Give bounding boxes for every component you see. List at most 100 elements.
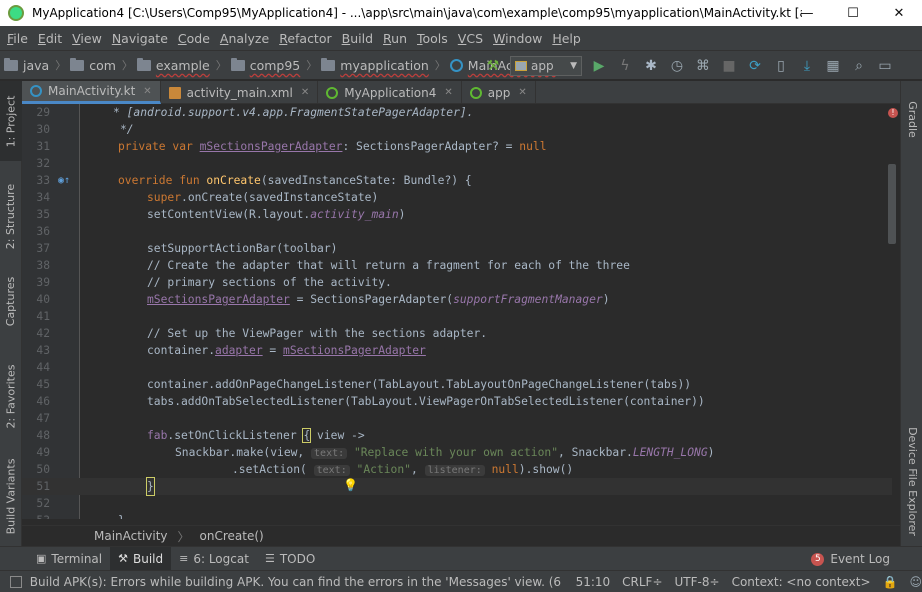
sdk-manager-icon[interactable]: ⤓ [796, 55, 818, 77]
error-indicator-icon[interactable]: ! [888, 108, 898, 118]
lightbulb-icon[interactable]: 💡 [343, 478, 358, 492]
folder-icon [70, 57, 85, 71]
menu-build[interactable]: Build [337, 31, 378, 46]
minimize-button[interactable]: — [784, 0, 830, 26]
code-line: 38 // Create the adapter that will return… [22, 257, 892, 274]
tool-tab-captures[interactable]: Captures [0, 271, 22, 331]
menu-vcs[interactable]: VCS [453, 31, 488, 46]
editor-tab-mainactivity[interactable]: MainActivity.kt ✕ [22, 81, 161, 104]
tool-tab-gradle[interactable]: Gradle [901, 89, 922, 149]
chevron-right-icon: 〉 [177, 529, 190, 544]
code-text: } [118, 512, 125, 519]
line-number: 52 [36, 497, 50, 510]
code-line: 53} [22, 512, 892, 519]
code-text: Snackbar.make(view, [175, 446, 312, 459]
editor-tab-activity-main[interactable]: activity_main.xml ✕ [161, 81, 319, 104]
layout-inspector-icon[interactable]: ▦ [822, 55, 844, 77]
tool-tab-favorites[interactable]: 2: Favorites [0, 356, 22, 436]
tool-tab-todo[interactable]: ☰ TODO [257, 547, 323, 571]
apply-changes-icon[interactable]: ϟ [614, 55, 636, 77]
code-line: 46 tabs.addOnTabSelectedListener(TabLayou… [22, 393, 892, 410]
menu-code[interactable]: Code [173, 31, 215, 46]
nav-crumb-comp95[interactable]: comp95 〉 [227, 50, 317, 80]
parameter-hint: text: [311, 448, 348, 459]
menu-view[interactable]: View [67, 31, 107, 46]
file-encoding[interactable]: UTF-8÷ [675, 575, 720, 589]
status-message[interactable]: Build APK(s): Errors while building APK.… [30, 575, 564, 589]
menu-run[interactable]: Run [378, 31, 412, 46]
search-everywhere-icon[interactable]: ⌕ [848, 55, 870, 77]
code-text: , [410, 463, 425, 476]
property-name: adapter [215, 344, 263, 357]
tool-tab-build[interactable]: ⚒ Build [110, 546, 172, 571]
tool-tab-structure[interactable]: 2: Structure [0, 171, 22, 261]
menu-help[interactable]: Help [547, 31, 586, 46]
tool-tab-device-file-explorer[interactable]: Device File Explorer [901, 421, 922, 541]
editor-tab-myapplication4[interactable]: MyApplication4 ✕ [318, 81, 462, 104]
code-editor[interactable]: 29 * [android.support.v4.app.FragmentStat… [22, 104, 900, 519]
tool-tab-logcat[interactable]: ≡ 6: Logcat [171, 547, 257, 571]
nav-crumb-com[interactable]: com 〉 [66, 50, 133, 80]
terminal-icon[interactable]: ▭ [874, 55, 896, 77]
status-bar: Build APK(s): Errors while building APK.… [0, 570, 922, 592]
chevron-right-icon: 〉 [215, 59, 227, 72]
menu-edit[interactable]: Edit [33, 31, 67, 46]
stop-icon[interactable]: ■ [718, 55, 740, 77]
comment: // Create the adapter that will return a… [147, 259, 630, 272]
inspector-icon[interactable]: ☺ [909, 575, 922, 589]
sync-icon[interactable]: ⟳ [744, 55, 766, 77]
tool-tab-terminal[interactable]: ▣ Terminal [28, 547, 110, 571]
menu-window[interactable]: Window [488, 31, 547, 46]
caret-position[interactable]: 51:10 [576, 575, 611, 589]
nav-crumb-example[interactable]: example 〉 [133, 50, 227, 80]
override-marker-icon[interactable]: ◉↑ [58, 172, 70, 189]
editor-tab-app[interactable]: app ✕ [462, 81, 536, 104]
code-text: container. [147, 344, 216, 357]
menu-file[interactable]: File [2, 31, 33, 46]
menu-refactor[interactable]: Refactor [274, 31, 336, 46]
nav-crumb-label: myapplication [340, 57, 429, 73]
code-text: Snackbar.make(view, text: "Replace with … [175, 444, 714, 462]
breadcrumb-class[interactable]: MainActivity [94, 529, 168, 543]
close-icon[interactable]: ✕ [143, 86, 151, 97]
line-number: 50 [36, 463, 50, 476]
tool-tab-build-variants[interactable]: Build Variants [0, 451, 22, 541]
hammer-icon[interactable]: ⚒ [482, 55, 504, 77]
run-icon[interactable]: ▶ [588, 55, 610, 77]
tool-tab-project[interactable]: 1: Project [0, 81, 22, 161]
profile-icon[interactable]: ◷ [666, 55, 688, 77]
context-indicator: Context: <no context> [731, 574, 871, 589]
debug-icon[interactable]: ✱ [640, 55, 662, 77]
maximize-button[interactable]: ☐ [830, 0, 876, 26]
menu-analyze[interactable]: Analyze [215, 31, 274, 46]
breadcrumb-function[interactable]: onCreate() [200, 529, 264, 543]
line-number: 37 [36, 242, 50, 255]
nav-crumb-myapplication[interactable]: myapplication 〉 [317, 50, 446, 80]
event-log-button[interactable]: 5 Event Log [811, 547, 890, 571]
line-number: 31 [36, 140, 50, 153]
close-icon[interactable]: ✕ [301, 87, 309, 98]
line-separator[interactable]: CRLF÷ [622, 575, 662, 589]
code-text: fab.setOnClickListener { view -> [147, 427, 365, 444]
line-number: 39 [36, 276, 50, 289]
lock-icon[interactable]: 🔒 [883, 575, 898, 589]
code-text: } [146, 477, 155, 496]
attach-debugger-icon[interactable]: ⌘ [692, 55, 714, 77]
nav-crumb-java[interactable]: java 〉 [0, 50, 66, 80]
vertical-scrollbar[interactable] [888, 164, 896, 244]
close-icon[interactable]: ✕ [518, 87, 526, 98]
code-text: .setAction( text: "Action", listener: nu… [232, 461, 573, 479]
line-number: 53 [22, 512, 50, 519]
comment: // Set up the ViewPager with the section… [147, 327, 488, 340]
code-text: ) [602, 293, 610, 306]
toggle-tool-windows-icon[interactable] [10, 575, 22, 588]
tool-tab-label: 6: Logcat [193, 551, 249, 566]
avd-manager-icon[interactable]: ▯ [770, 55, 792, 77]
line-number: 36 [36, 225, 50, 238]
run-config-dropdown[interactable]: app ▼ [510, 56, 582, 76]
close-button[interactable]: ✕ [876, 0, 922, 26]
close-icon[interactable]: ✕ [444, 87, 452, 98]
logcat-icon: ≡ [179, 552, 189, 565]
menu-navigate[interactable]: Navigate [107, 31, 173, 46]
menu-tools[interactable]: Tools [412, 31, 453, 46]
